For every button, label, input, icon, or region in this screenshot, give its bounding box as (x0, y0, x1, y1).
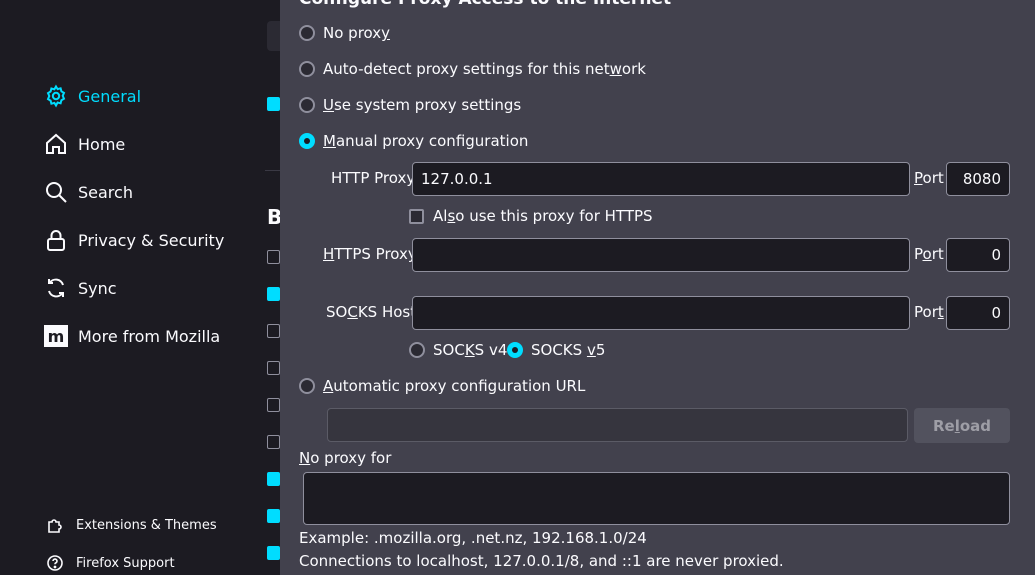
radio-socks-v5[interactable]: SOCKS v5 (507, 341, 605, 359)
sidebar-item-search[interactable]: Search (44, 176, 133, 208)
http-proxy-input[interactable]: 127.0.0.1 (412, 162, 910, 196)
background-checkbox (267, 546, 280, 560)
http-port-label: Port (914, 169, 944, 187)
radio-button[interactable] (299, 378, 315, 394)
sidebar-item-label: More from Mozilla (78, 326, 221, 346)
divider (265, 170, 280, 171)
background-checkbox (267, 361, 280, 375)
home-icon (44, 132, 68, 156)
checkbox-label: Also use this proxy for HTTPS (433, 207, 653, 225)
socks-port-input[interactable]: 0 (946, 296, 1010, 330)
mozilla-logo-icon: m (44, 324, 68, 348)
socks-host-label: SOCKS Host (326, 303, 417, 321)
no-proxy-for-label: No proxy for (299, 449, 392, 467)
socks-host-input[interactable] (412, 296, 910, 330)
footer-item-label: Firefox Support (76, 555, 175, 571)
https-proxy-input[interactable] (412, 238, 910, 272)
sidebar-item-label: General (78, 86, 142, 106)
https-port-input[interactable]: 0 (946, 238, 1010, 272)
sidebar-item-label: Privacy & Security (78, 230, 225, 250)
firefox-support-link[interactable]: Firefox Support (46, 554, 175, 572)
radio-button[interactable] (507, 342, 523, 358)
https-proxy-label: HTTPS Proxy (323, 245, 417, 263)
localhost-note: Connections to localhost, 127.0.0.1/8, a… (299, 552, 784, 570)
checkbox[interactable] (409, 208, 424, 224)
background-checkbox (267, 472, 280, 486)
https-port-label: Port (914, 245, 944, 263)
background-checkbox (267, 435, 280, 449)
background-checkbox (267, 250, 280, 264)
also-use-for-https-checkbox[interactable]: Also use this proxy for HTTPS (409, 207, 653, 225)
sidebar-item-sync[interactable]: Sync (44, 272, 117, 304)
puzzle-icon (46, 516, 64, 534)
no-proxy-for-textarea[interactable] (303, 472, 1010, 525)
radio-auto-detect[interactable]: Auto-detect proxy settings for this netw… (299, 60, 646, 78)
search-field-fragment (267, 21, 280, 51)
radio-label: Automatic proxy configuration URL (323, 377, 586, 395)
radio-label: Use system proxy settings (323, 96, 522, 114)
background-checkbox (267, 509, 280, 523)
radio-button[interactable] (299, 97, 315, 113)
gear-icon (44, 84, 68, 108)
connection-settings-dialog: Configure Proxy Access to the Internet N… (280, 0, 1035, 575)
radio-label: SOCKS v4 (433, 341, 508, 359)
example-note: Example: .mozilla.org, .net.nz, 192.168.… (299, 529, 647, 547)
lock-icon (44, 228, 68, 252)
extensions-themes-link[interactable]: Extensions & Themes (46, 516, 217, 534)
auto-config-url-input[interactable] (327, 408, 908, 442)
radio-system-proxy[interactable]: Use system proxy settings (299, 96, 521, 114)
background-checkbox (267, 97, 280, 111)
sidebar-item-more-from-mozilla[interactable]: m More from Mozilla (44, 320, 220, 352)
footer-item-label: Extensions & Themes (76, 517, 217, 533)
dialog-heading: Configure Proxy Access to the Internet (299, 0, 671, 9)
http-proxy-label: HTTP Proxy (331, 169, 416, 187)
radio-label: SOCKS v5 (531, 341, 606, 359)
socks-port-label: Port (914, 303, 944, 321)
background-checkbox (267, 287, 280, 301)
radio-label: Auto-detect proxy settings for this netw… (323, 60, 646, 78)
svg-text:m: m (48, 327, 65, 346)
sidebar-item-general[interactable]: General (44, 80, 141, 112)
sidebar-item-label: Sync (78, 278, 117, 298)
search-icon (44, 180, 68, 204)
reload-button[interactable]: Re l oad (914, 408, 1010, 443)
sidebar-item-label: Home (78, 134, 126, 154)
radio-label: No proxy (323, 24, 391, 42)
background-checkbox (267, 398, 280, 412)
radio-label: Manual proxy configuration (323, 132, 529, 150)
radio-auto-config-url[interactable]: Automatic proxy configuration URL (299, 377, 585, 395)
sidebar-item-home[interactable]: Home (44, 128, 125, 160)
sidebar-item-privacy[interactable]: Privacy & Security (44, 224, 224, 256)
background-checkbox (267, 324, 280, 338)
http-port-input[interactable]: 8080 (946, 162, 1010, 196)
sync-icon (44, 276, 68, 300)
radio-no-proxy[interactable]: No proxy (299, 24, 390, 42)
radio-manual-proxy[interactable]: Manual proxy configuration (299, 132, 528, 150)
radio-socks-v4[interactable]: SOCKS v4 (409, 341, 507, 359)
radio-button[interactable] (409, 342, 425, 358)
radio-button[interactable] (299, 61, 315, 77)
preferences-sidebar: General Home Search Privacy & Security S… (0, 0, 280, 575)
radio-button[interactable] (299, 25, 315, 41)
help-icon (46, 554, 64, 572)
radio-button[interactable] (299, 133, 315, 149)
sidebar-item-label: Search (78, 182, 133, 202)
